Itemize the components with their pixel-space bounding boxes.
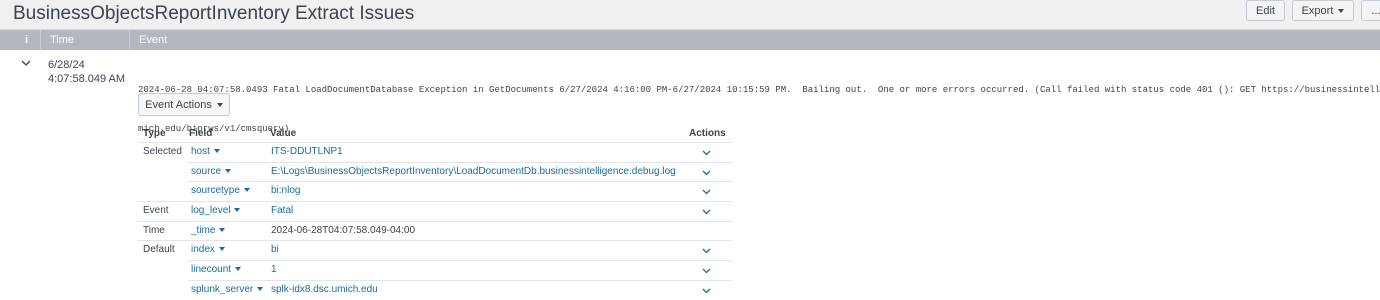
field-row-divider — [188, 181, 732, 201]
field-row-divider — [138, 142, 732, 162]
field-name-menu[interactable]: linecount — [191, 264, 242, 276]
field-type: Selected — [143, 146, 182, 157]
dashboard-title-bar: BusinessObjectsReportInventory Extract I… — [0, 0, 1380, 30]
caret-down-icon — [243, 188, 250, 193]
time-column-header[interactable]: Time — [50, 30, 74, 50]
field-name-menu[interactable]: _time — [191, 224, 226, 236]
caret-down-icon — [234, 208, 241, 213]
field-name: linecount — [191, 264, 232, 276]
chevron-down-icon — [702, 209, 711, 215]
chevron-down-icon — [702, 170, 711, 176]
raw-event-line: 2024-06-28 04:07:58.0493 Fatal LoadDocum… — [138, 85, 1380, 95]
field-name: _time — [191, 224, 216, 236]
event-actions-button[interactable]: Event Actions — [138, 93, 230, 116]
field-value[interactable]: ITS-DDUTLNP1 — [271, 146, 343, 157]
field-value[interactable]: Fatal — [271, 205, 293, 216]
caret-down-icon — [218, 247, 225, 252]
field-name-menu[interactable]: index — [191, 244, 225, 255]
caret-down-icon — [213, 149, 220, 153]
export-button-label: Export — [1301, 4, 1334, 17]
chevron-down-icon — [702, 150, 711, 156]
field-name-menu[interactable]: sourcetype — [191, 185, 250, 196]
field-actions-toggle[interactable] — [702, 148, 711, 159]
event-row: 6/28/24 4:07:58.049 AM 2024-06-28 04:07:… — [0, 50, 1380, 300]
field-value[interactable]: E:\Logs\BusinessObjectsReportInventory\L… — [271, 166, 676, 177]
field-name-menu[interactable]: log_level — [191, 205, 241, 217]
field-actions-toggle[interactable] — [702, 168, 711, 179]
field-value[interactable]: splk-idx8.dsc.umich.edu — [271, 284, 378, 295]
column-divider — [40, 30, 41, 50]
caret-down-icon — [219, 227, 226, 232]
field-name: source — [191, 165, 222, 177]
fields-table: Type Field Value Actions Selected host ITS… — [138, 126, 732, 300]
chevron-down-icon — [702, 268, 711, 274]
type-column-header: Type — [143, 128, 166, 139]
field-row: source E:\Logs\BusinessObjectsReportInven… — [138, 161, 732, 182]
field-actions-toggle[interactable] — [702, 286, 711, 297]
field-row-divider — [188, 279, 732, 300]
field-row: splunk_server splk-idx8.dsc.umich.edu — [138, 279, 732, 300]
event-time: 4:07:58.049 AM — [48, 73, 126, 85]
field-type: Event — [143, 205, 169, 217]
chevron-down-icon — [21, 60, 31, 66]
field-value: 2024-06-28T04:07:58.049-04:00 — [271, 224, 416, 236]
edit-button-label: Edit — [1256, 4, 1275, 17]
event-timestamp: 6/28/24 4:07:58.049 AM — [48, 58, 125, 86]
field-name: index — [191, 244, 215, 256]
row-expander[interactable] — [21, 59, 31, 67]
field-column-header: Field — [189, 128, 213, 139]
event-date: 6/28/24 — [48, 59, 85, 71]
event-actions-label: Event Actions — [145, 98, 212, 111]
field-row: linecount 1 — [138, 260, 732, 280]
field-row-divider — [138, 220, 732, 241]
caret-down-icon — [216, 102, 223, 107]
field-value[interactable]: bi:nlog — [271, 185, 300, 196]
info-column-header[interactable]: i — [25, 30, 28, 50]
caret-down-icon — [257, 286, 264, 291]
value-column-header: Value — [270, 128, 297, 139]
field-actions-toggle[interactable] — [702, 187, 711, 198]
chevron-down-icon — [702, 248, 711, 254]
actions-column-header: Actions — [689, 128, 726, 139]
field-type: Time — [143, 224, 165, 236]
field-row: Event log_level Fatal — [138, 201, 732, 221]
event-column-header[interactable]: Event — [139, 30, 167, 50]
field-value[interactable]: bi — [271, 244, 279, 255]
fields-table-body: Selected host ITS-DDUTLNP1 source E:\Logs\Bu… — [138, 142, 732, 300]
field-name: log_level — [191, 205, 231, 217]
field-row-divider — [188, 260, 732, 280]
caret-down-icon — [1338, 8, 1345, 13]
field-value[interactable]: 1 — [271, 264, 277, 275]
field-actions-toggle[interactable] — [702, 266, 711, 277]
field-name-menu[interactable]: host — [191, 146, 220, 157]
field-actions-toggle[interactable] — [702, 207, 711, 218]
field-row: Time _time 2024-06-28T04:07:58.049-04:00 — [138, 220, 732, 241]
field-row: Default index bi — [138, 240, 732, 260]
field-row: Selected host ITS-DDUTLNP1 — [138, 142, 732, 162]
field-row-divider — [138, 240, 732, 260]
chevron-down-icon — [702, 288, 711, 294]
field-type: Default — [143, 244, 175, 256]
fields-table-header: Type Field Value Actions — [138, 126, 732, 142]
field-name-menu[interactable]: splunk_server — [191, 283, 264, 295]
caret-down-icon — [235, 267, 242, 272]
field-name: sourcetype — [191, 185, 240, 197]
edit-button[interactable]: Edit — [1246, 0, 1285, 21]
more-button-label: ... — [1371, 4, 1380, 17]
more-button[interactable]: ... — [1361, 0, 1380, 21]
field-name: host — [191, 146, 210, 157]
field-name: splunk_server — [191, 283, 254, 295]
export-button[interactable]: Export — [1292, 0, 1354, 21]
caret-down-icon — [225, 168, 232, 173]
chevron-down-icon — [702, 189, 711, 195]
events-table-header: i Time Event — [0, 30, 1380, 50]
page-title: BusinessObjectsReportInventory Extract I… — [13, 3, 415, 24]
field-row: sourcetype bi:nlog — [138, 181, 732, 201]
column-divider — [129, 30, 130, 50]
field-actions-toggle[interactable] — [702, 246, 711, 257]
field-name-menu[interactable]: source — [191, 165, 232, 177]
